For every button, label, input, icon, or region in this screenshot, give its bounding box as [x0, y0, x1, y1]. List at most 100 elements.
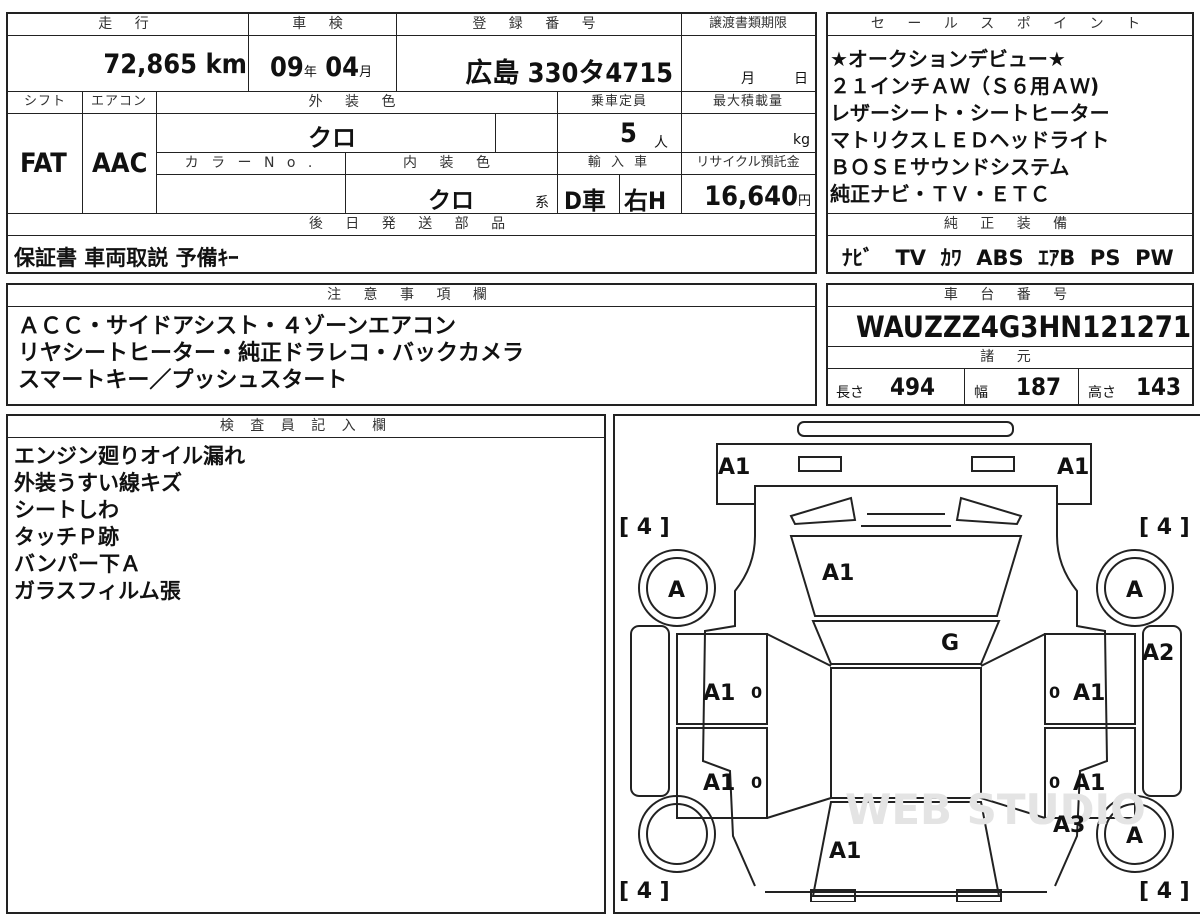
mark-fender-right: A2	[1142, 641, 1174, 666]
interior-header: 内 装 色	[345, 153, 557, 175]
handle-mark: 0	[751, 773, 762, 792]
note-line: ＡＣＣ・サイドアシスト・４ゾーンエアコン	[18, 314, 457, 339]
inspection-month: 04	[325, 52, 360, 83]
length-label: 長さ	[836, 385, 864, 401]
sales-point-line: ★オークションデビュー★	[830, 47, 1066, 71]
sales-points-list: ★オークションデビュー★ ２１インチＡＷ（Ｓ６用ＡＷ) レザーシート・シートヒー…	[830, 46, 1110, 208]
sales-point-line: マトリクスＬＥＤヘッドライト	[830, 128, 1110, 152]
ac-value: AAC	[92, 148, 148, 179]
inspection-header: 車 検	[248, 14, 396, 36]
interior-value: クロ	[428, 188, 474, 214]
width-value: 187	[1016, 373, 1062, 401]
inspector-box: 検 査 員 記 入 欄 エンジン廻りオイル漏れ 外装うすい線キズ シートしわ タ…	[6, 414, 606, 914]
equipment-item: ﾅﾋﾞ	[842, 246, 874, 270]
later-parts-value: 保証書 車両取説 予備ｷｰ	[14, 246, 239, 270]
interior-suffix: 系	[535, 195, 549, 211]
exterior-header: 外 装 色	[156, 92, 557, 114]
color-no-header: カ ラ ー N o .	[156, 153, 345, 175]
capacity-value: 5	[620, 118, 637, 149]
month-unit: 月	[359, 65, 373, 80]
inspector-header: 検 査 員 記 入 欄	[8, 416, 604, 438]
inspector-line: バンパー下Ａ	[14, 552, 142, 576]
mark-front-right: A1	[1057, 455, 1089, 480]
mark-windshield: G	[941, 631, 959, 656]
capacity-unit: 人	[654, 135, 668, 151]
chassis-header: 車 台 番 号	[828, 285, 1192, 307]
mark-quarter-right: A3	[1053, 813, 1085, 838]
year-unit: 年	[303, 65, 317, 80]
equipment-item: TV	[895, 246, 927, 270]
inspector-line: エンジン廻りオイル漏れ	[14, 444, 245, 468]
shift-value: FAT	[20, 148, 67, 179]
car-diagram: WEB STUDIO A1 A1 [ 4 ] [ 4 ] [ 4 ] [ 4 ]…	[619, 421, 1190, 902]
handle-mark: 0	[1049, 683, 1060, 702]
mileage-value: 72,865	[103, 49, 198, 80]
equipment-header: 純 正 装 備	[828, 214, 1192, 236]
specs-header: 諸 元	[828, 347, 1192, 369]
sales-point-line: ＢＯＳＥサウンドシステム	[830, 155, 1070, 179]
equipment-item: ABS	[976, 246, 1024, 270]
load-header: 最大積載量	[681, 92, 815, 114]
height-label: 高さ	[1088, 385, 1116, 401]
mark-door-rear-left: A1	[703, 771, 735, 796]
width-label: 幅	[974, 385, 988, 401]
sales-points-header: セ ー ル ス ポ イ ン ト	[828, 14, 1192, 36]
load-unit: kg	[793, 132, 810, 148]
equipment-item: ｴｱB	[1038, 246, 1076, 270]
mileage-header: 走 行	[8, 14, 248, 36]
inspector-line: タッチＰ跡	[14, 525, 119, 549]
later-parts-header: 後 日 発 送 部 品	[8, 214, 815, 236]
bracket-top-left: [ 4 ]	[619, 515, 670, 540]
inspector-line: 外装うすい線キズ	[14, 471, 182, 495]
mileage-unit: km	[205, 49, 247, 80]
registration-header: 登 録 番 号	[396, 14, 681, 36]
recycle-value: 16,640	[704, 181, 798, 212]
exterior-value: クロ	[308, 124, 356, 152]
notes-box: 注 意 事 項 欄 ＡＣＣ・サイドアシスト・４ゾーンエアコン リヤシートヒーター…	[6, 283, 817, 406]
equipment-item: ｶﾜ	[940, 246, 962, 270]
recycle-header: リサイクル預託金	[681, 153, 815, 175]
mark-wheel-front-left: A	[668, 578, 685, 603]
vehicle-info-grid: 走 行 車 検 登 録 番 号 譲渡書類期限 72,865 km 09年 04月…	[6, 12, 817, 274]
mark-door-front-right: A1	[1073, 681, 1105, 706]
mark-front-left: A1	[718, 455, 750, 480]
sales-points-box: セ ー ル ス ポ イ ン ト ★オークションデビュー★ ２１インチＡＷ（Ｓ６用…	[826, 12, 1194, 274]
height-value: 143	[1136, 373, 1182, 401]
inspector-line: ガラスフィルム張	[14, 579, 181, 603]
sales-point-line: ２１インチＡＷ（Ｓ６用ＡＷ)	[830, 74, 1100, 98]
mark-door-front-left: A1	[703, 681, 735, 706]
equipment-item: PW	[1135, 246, 1174, 270]
length-value: 494	[890, 373, 936, 401]
note-line: スマートキー／プッシュスタート	[18, 368, 348, 393]
chassis-number: WAUZZZ4G3HN121271	[856, 310, 1192, 344]
equipment-list: ﾅﾋﾞ TV ｶﾜ ABS ｴｱB PS PW	[842, 242, 1174, 272]
bracket-bottom-right: [ 4 ]	[1139, 879, 1190, 902]
ac-header: エアコン	[82, 92, 156, 114]
sales-point-line: レザーシート・シートヒーター	[830, 101, 1110, 125]
bracket-bottom-left: [ 4 ]	[619, 879, 670, 902]
import-type: D車	[564, 187, 606, 215]
mark-wheel-front-right: A	[1126, 578, 1143, 603]
chassis-box: 車 台 番 号 WAUZZZ4G3HN121271 諸 元 長さ 494 幅 1…	[826, 283, 1194, 406]
notes-list: ＡＣＣ・サイドアシスト・４ゾーンエアコン リヤシートヒーター・純正ドラレコ・バッ…	[18, 313, 524, 394]
registration-value: 広島 330タ4715	[465, 58, 673, 89]
mark-wheel-rear-right: A	[1126, 824, 1143, 849]
inspector-line: シートしわ	[14, 498, 119, 522]
sales-point-line: 純正ナビ・ＴＶ・ＥＴＣ	[830, 182, 1050, 206]
handle-mark: 0	[751, 683, 762, 702]
transfer-day-unit: 日	[794, 71, 808, 87]
mark-hood: A1	[822, 561, 854, 586]
equipment-item: PS	[1089, 246, 1121, 270]
handle-mark: 0	[1049, 773, 1060, 792]
capacity-header: 乗車定員	[557, 92, 681, 114]
recycle-unit: 円	[797, 194, 811, 209]
steering-value: 右H	[624, 187, 667, 215]
mark-trunk: A1	[829, 839, 861, 864]
shift-header: シフト	[8, 92, 82, 114]
note-line: リヤシートヒーター・純正ドラレコ・バックカメラ	[18, 341, 525, 366]
mark-door-rear-right: A1	[1073, 771, 1105, 796]
bracket-top-right: [ 4 ]	[1139, 515, 1190, 540]
inspector-list: エンジン廻りオイル漏れ 外装うすい線キズ シートしわ タッチＰ跡 バンパー下Ａ …	[14, 443, 245, 605]
transfer-month-unit: 月	[741, 71, 755, 87]
notes-header: 注 意 事 項 欄	[8, 285, 815, 307]
